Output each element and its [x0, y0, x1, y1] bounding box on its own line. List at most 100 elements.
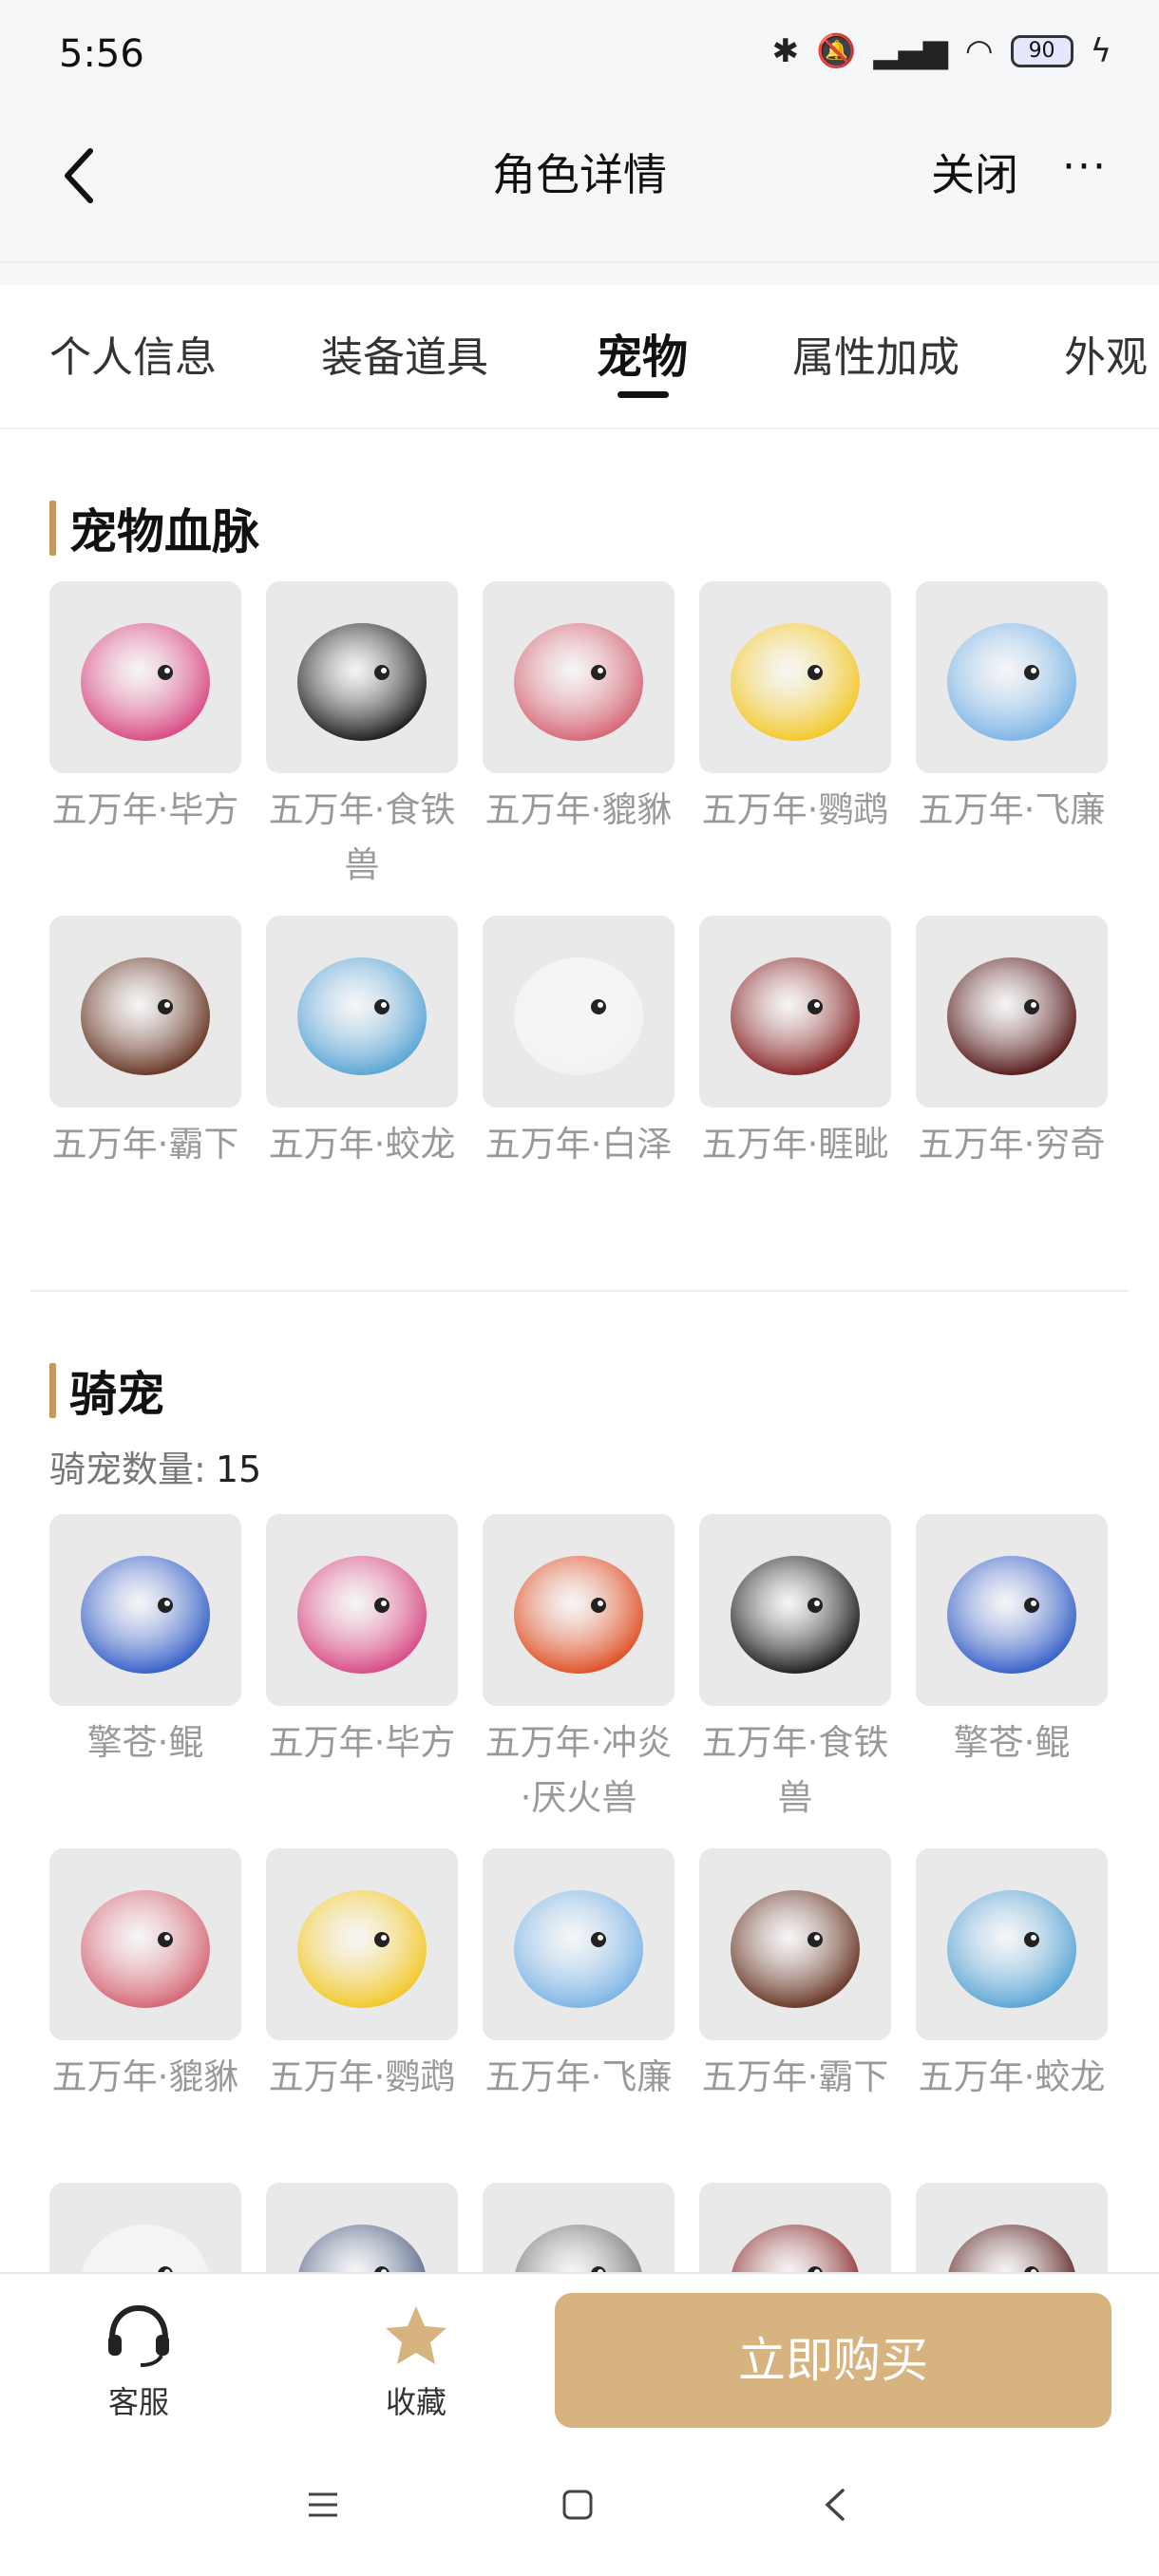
system-back-button[interactable]: [806, 2476, 863, 2533]
pet-label: 五万年·白泽: [484, 1124, 673, 1165]
feilian-icon: [483, 1848, 674, 2040]
square-home-icon: [562, 2490, 593, 2520]
bifang-bird-icon: [49, 581, 241, 773]
charging-icon: ϟ: [1090, 32, 1112, 70]
yazi-icon: [699, 916, 891, 1108]
baize-icon: [483, 916, 674, 1108]
section-title-bloodline: 宠物血脉: [69, 504, 259, 559]
mount-count-value: 15: [215, 1449, 262, 1490]
pet-card[interactable]: 五万年·飞廉: [483, 1848, 674, 2105]
pet-card[interactable]: [483, 2183, 674, 2274]
pet-card[interactable]: 五万年·飞廉: [916, 581, 1108, 838]
bluetooth-icon: ✱: [771, 32, 800, 70]
pet-label: 五万年·毕方: [268, 1722, 456, 1763]
pet-card[interactable]: 五万年·鹦鹉: [266, 1848, 458, 2105]
section-header-mounts: 骑宠: [49, 1356, 164, 1425]
status-icons: ✱ 🔕 ▂▄▆ ◠ 90 ϟ: [772, 32, 1112, 70]
pet-card[interactable]: [49, 2183, 241, 2274]
parrot-icon: [266, 1848, 458, 2040]
section-header-bloodline: 宠物血脉: [49, 494, 259, 562]
bottom-action-bar: 客服 收藏 立即购买: [0, 2272, 1159, 2438]
nav-bar: 角色详情 关闭 ···: [0, 114, 1159, 242]
customer-service-button[interactable]: 客服: [72, 2302, 205, 2422]
buy-now-button[interactable]: 立即购买: [555, 2293, 1112, 2428]
content-area[interactable]: 宠物血脉 五万年·毕方 五万年·食铁兽 五万年·貔貅 五万年·鹦鹉 五万年·飞廉 五万年·…: [0, 429, 1159, 2274]
jiaolong-icon: [266, 916, 458, 1108]
kun-icon: [916, 1514, 1108, 1706]
tab-pets[interactable]: 宠物: [597, 319, 688, 386]
pet-card[interactable]: [699, 2183, 891, 2274]
favorite-button[interactable]: 收藏: [350, 2302, 483, 2422]
close-button[interactable]: 关闭: [931, 141, 1018, 203]
parrot-icon: [699, 581, 891, 773]
pet-card[interactable]: 擎苍·鲲: [49, 1514, 241, 1771]
pet-label: 五万年·毕方: [51, 789, 239, 830]
battery-indicator: 90: [1010, 35, 1074, 67]
pet-card[interactable]: 五万年·毕方: [266, 1514, 458, 1771]
pet-card[interactable]: 擎苍·鲲: [916, 1514, 1108, 1771]
pet-label: 五万年·鹦鹉: [268, 2056, 456, 2097]
pet-label: 五万年·食铁兽: [701, 1722, 889, 1818]
tab-appearance[interactable]: 外观: [1064, 323, 1148, 384]
qiongqi-icon: [916, 916, 1108, 1108]
pet-label: 五万年·鹦鹉: [701, 789, 889, 830]
home-button[interactable]: [549, 2476, 606, 2533]
section-accent-bar: [49, 501, 56, 556]
pet-card[interactable]: 五万年·蛟龙: [916, 1848, 1108, 2105]
pet-card[interactable]: 五万年·白泽: [483, 916, 674, 1172]
pet-label: 五万年·飞廉: [918, 789, 1106, 830]
mount-count: 骑宠数量: 15: [49, 1440, 261, 1492]
tab-bar: 个人信息 装备道具 宠物 属性加成 外观: [0, 285, 1159, 429]
active-tab-indicator: [618, 391, 669, 398]
pet-card[interactable]: 五万年·蛟龙: [266, 916, 458, 1172]
baxia-icon: [699, 1848, 891, 2040]
pet-card[interactable]: 五万年·穷奇: [916, 916, 1108, 1172]
pet-label: 五万年·霸下: [701, 2056, 889, 2097]
chevron-left-icon: [825, 2489, 845, 2521]
mount-count-label: 骑宠数量:: [49, 1449, 206, 1490]
back-button[interactable]: [49, 133, 106, 218]
favorite-label: 收藏: [385, 2384, 446, 2420]
panda-icon: [699, 1514, 891, 1706]
tab-personal-info[interactable]: 个人信息: [49, 323, 217, 384]
pet-label: 擎苍·鲲: [953, 1722, 1071, 1763]
pet-card[interactable]: 五万年·食铁兽: [266, 581, 458, 893]
status-time: 5:56: [59, 32, 144, 76]
pet-label: 五万年·飞廉: [484, 2056, 673, 2097]
pet-label: 五万年·貔貅: [51, 2056, 239, 2097]
pet-card[interactable]: 五万年·睚眦: [699, 916, 891, 1172]
baxia-icon: [49, 916, 241, 1108]
pet-card[interactable]: [266, 2183, 458, 2274]
mute-bell-icon: 🔕: [816, 32, 857, 70]
baize-icon: [49, 2183, 241, 2274]
system-nav-bar: [0, 2438, 1159, 2576]
pet-card[interactable]: 五万年·毕方: [49, 581, 241, 838]
star-icon: [386, 2306, 446, 2364]
pet-card[interactable]: 五万年·鹦鹉: [699, 581, 891, 838]
kun-icon: [49, 1514, 241, 1706]
pet-label: 五万年·穷奇: [918, 1124, 1106, 1165]
pet-card[interactable]: [916, 2183, 1108, 2274]
pet-card[interactable]: 五万年·貔貅: [49, 1848, 241, 2105]
pet-card[interactable]: 五万年·食铁兽: [699, 1514, 891, 1826]
pet-label: 五万年·貔貅: [484, 789, 673, 830]
section-divider: [30, 1290, 1129, 1292]
feilian-icon: [916, 581, 1108, 773]
pet-label: 五万年·霸下: [51, 1124, 239, 1165]
jiaolong-icon: [916, 1848, 1108, 2040]
more-menu-button[interactable]: ···: [1062, 142, 1108, 191]
pet-card[interactable]: 五万年·冲炎·厌火兽: [483, 1514, 674, 1826]
fire-beast-icon: [483, 1514, 674, 1706]
pet-card[interactable]: 五万年·霸下: [49, 916, 241, 1172]
pixiu-icon: [49, 1848, 241, 2040]
tab-equipment[interactable]: 装备道具: [321, 323, 488, 384]
menu-lines-icon: [309, 2492, 337, 2517]
status-bar: 5:56 ✱ 🔕 ▂▄▆ ◠ 90 ϟ: [0, 0, 1159, 114]
section-accent-bar: [49, 1363, 56, 1418]
pet-card[interactable]: 五万年·霸下: [699, 1848, 891, 2105]
recent-apps-button[interactable]: [294, 2476, 352, 2533]
section-title-mounts: 骑宠: [69, 1367, 164, 1422]
headset-icon: [108, 2304, 169, 2367]
pet-card[interactable]: 五万年·貔貅: [483, 581, 674, 838]
tab-attributes[interactable]: 属性加成: [792, 323, 960, 384]
